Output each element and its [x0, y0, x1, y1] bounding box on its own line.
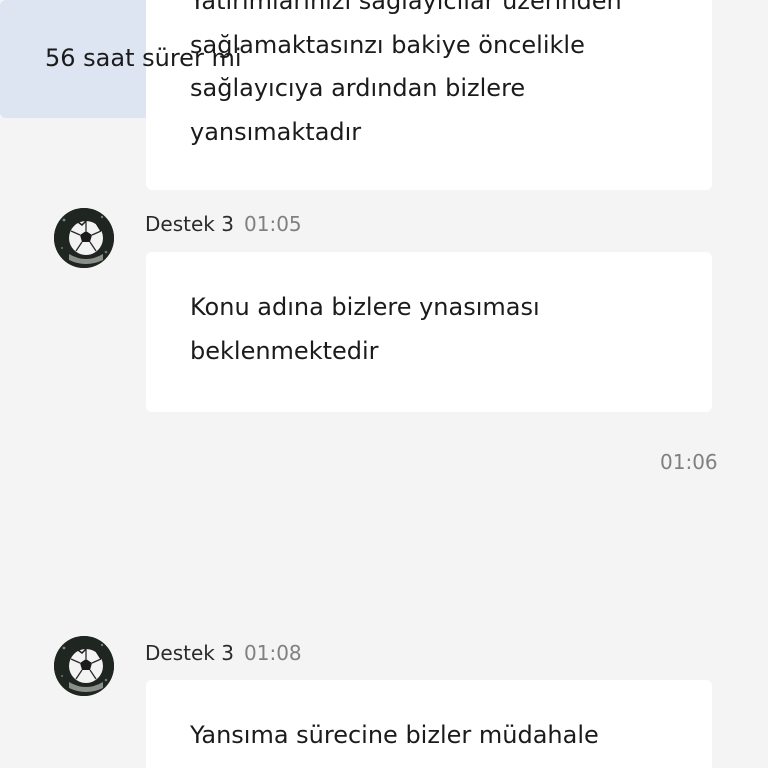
agent-avatar[interactable]: [54, 636, 114, 696]
message-text: 56 saat sürer mi: [45, 44, 242, 72]
message-bubble-incoming: Yansıma sürecine bizler müdahale: [146, 680, 712, 768]
sender-name: Destek 3: [145, 641, 234, 665]
message-time: 01:08: [244, 641, 302, 665]
message-time: 01:05: [244, 212, 302, 236]
chat-thread: Yatırımlarınızı sağlayıcılar üzerinden s…: [0, 0, 768, 768]
sender-name: Destek 3: [145, 212, 234, 236]
message-text: Yansıma sürecine bizler müdahale: [190, 721, 599, 749]
message-time: 01:06: [660, 450, 718, 474]
message-bubble-incoming: Konu adına bizlere ynasıması beklenmekte…: [146, 252, 712, 412]
soccer-ball-icon: [54, 636, 114, 696]
message-text: Yatırımlarınızı sağlayıcılar üzerinden s…: [190, 0, 622, 146]
message-text: Konu adına bizlere ynasıması beklenmekte…: [190, 293, 540, 365]
soccer-ball-icon: [54, 208, 114, 268]
message-bubble-incoming: Yatırımlarınızı sağlayıcılar üzerinden s…: [146, 0, 712, 190]
agent-avatar[interactable]: [54, 208, 114, 268]
